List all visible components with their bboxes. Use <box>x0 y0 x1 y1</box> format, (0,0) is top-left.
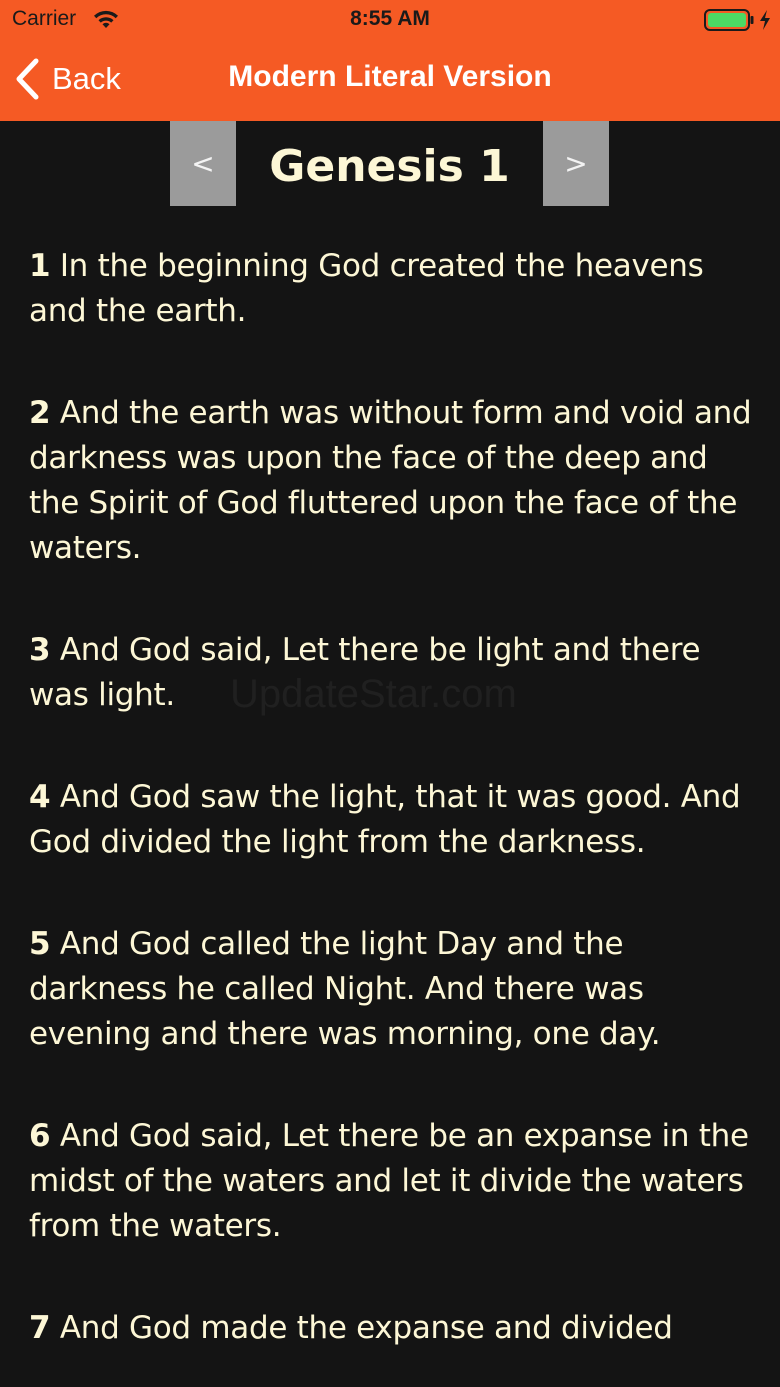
verse-item: 4 And God saw the light, that it was goo… <box>29 775 759 865</box>
navigation-bar: Back Modern Literal Version <box>0 40 780 121</box>
status-time: 8:55 AM <box>350 7 430 30</box>
verse-item: 1 In the beginning God created the heave… <box>29 244 759 334</box>
verse-item: 6 And God said, Let there be an expanse … <box>29 1114 759 1249</box>
previous-chapter-button[interactable]: < <box>170 121 236 206</box>
next-chapter-button[interactable]: > <box>543 121 609 206</box>
chapter-title: Genesis 1 <box>269 141 510 192</box>
verse-number: 7 <box>29 1310 51 1346</box>
verse-number: 2 <box>29 395 51 431</box>
page-title: Modern Literal Version <box>228 60 552 93</box>
verse-number: 3 <box>29 632 51 668</box>
verse-text: And God said, Let there be light and the… <box>29 632 701 713</box>
verse-text: And God said, Let there be an expanse in… <box>29 1118 749 1244</box>
verse-item: 2 And the earth was without form and voi… <box>29 391 759 571</box>
verse-number: 1 <box>29 248 51 284</box>
verse-text: And God made the expanse and divided <box>59 1310 673 1346</box>
app-screen: Carrier 8:55 AM Back Modern Literal Vers… <box>0 0 780 1387</box>
chapter-header: < Genesis 1 > <box>0 121 780 206</box>
verse-text: And God saw the light, that it was good.… <box>29 779 741 860</box>
battery-icon <box>704 9 754 31</box>
verse-list[interactable]: 1 In the beginning God created the heave… <box>29 244 759 1387</box>
verse-number: 6 <box>29 1118 51 1154</box>
verse-number: 5 <box>29 926 51 962</box>
verse-text: And God called the light Day and the dar… <box>29 926 661 1052</box>
charging-bolt-icon <box>760 10 770 30</box>
verse-item: 5 And God called the light Day and the d… <box>29 922 759 1057</box>
verse-item: 7 And God made the expanse and divided <box>29 1306 759 1351</box>
verse-text: And the earth was without form and void … <box>29 395 752 566</box>
verse-item: 3 And God said, Let there be light and t… <box>29 628 759 718</box>
status-bar: Carrier 8:55 AM <box>0 0 780 40</box>
verse-number: 4 <box>29 779 51 815</box>
verse-text: In the beginning God created the heavens… <box>29 248 704 329</box>
